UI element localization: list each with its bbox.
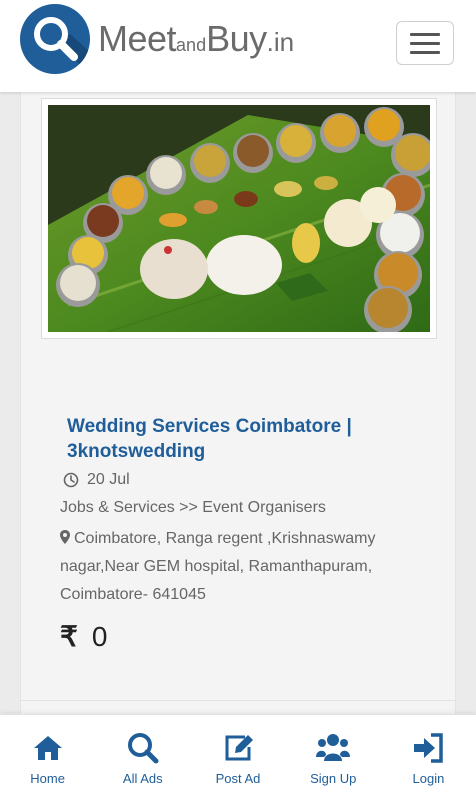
logo-text-buy: Buy: [206, 18, 267, 59]
users-icon: [316, 734, 351, 761]
nav-sign-up[interactable]: Sign Up: [286, 715, 381, 800]
nav-login-label: Login: [412, 771, 445, 786]
listing-price-value: 0: [91, 620, 108, 652]
nav-home[interactable]: Home: [0, 715, 95, 800]
logo-text-tld: .in: [266, 27, 295, 57]
nav-post-ad-label: Post Ad: [215, 771, 261, 786]
logo-wordmark: Meet and Buy .in: [98, 18, 294, 60]
hamburger-line: [410, 50, 440, 54]
listing-image[interactable]: [41, 98, 437, 339]
listing-date: 20 Jul: [63, 471, 130, 489]
edit-icon: [225, 735, 253, 761]
listing-date-text: 20 Jul: [87, 471, 130, 488]
bottom-navigation: Home All Ads Post Ad Sign Up Login: [0, 714, 476, 800]
nav-all-ads-label: All Ads: [122, 771, 163, 786]
site-logo[interactable]: Meet and Buy .in: [20, 4, 294, 74]
listing-card[interactable]: Wedding Services Coimbatore | 3knotswedd…: [20, 92, 456, 700]
nav-all-ads[interactable]: All Ads: [95, 715, 190, 800]
hamburger-line: [410, 32, 440, 36]
login-icon: [414, 733, 444, 763]
hamburger-line: [410, 41, 440, 45]
top-header: Meet and Buy .in: [0, 0, 476, 92]
nav-home-label: Home: [30, 771, 65, 786]
home-icon: [33, 736, 62, 760]
listing-address-text: Coimbatore, Ranga regent ,Krishnaswamy n…: [60, 530, 376, 603]
listing-price: ₹ 0: [60, 620, 107, 653]
nav-sign-up-label: Sign Up: [310, 771, 357, 786]
clock-icon: [63, 472, 79, 488]
logo-text-meet: Meet: [98, 18, 177, 59]
nav-post-ad[interactable]: Post Ad: [190, 715, 285, 800]
rupee-icon: ₹: [60, 621, 78, 652]
logo-text-and: and: [176, 35, 207, 55]
search-icon: [127, 733, 159, 764]
logo-search-icon: [20, 4, 90, 74]
listing-title[interactable]: Wedding Services Coimbatore | 3knotswedd…: [67, 414, 437, 464]
listing-address: Coimbatore, Ranga regent ,Krishnaswamy n…: [60, 525, 410, 609]
nav-login[interactable]: Login: [381, 715, 476, 800]
listing-category: Jobs & Services >> Event Organisers: [60, 499, 326, 516]
banana-leaf-feast-image: [48, 105, 430, 332]
hamburger-menu-button[interactable]: [396, 21, 454, 65]
map-marker-icon: [60, 530, 70, 544]
